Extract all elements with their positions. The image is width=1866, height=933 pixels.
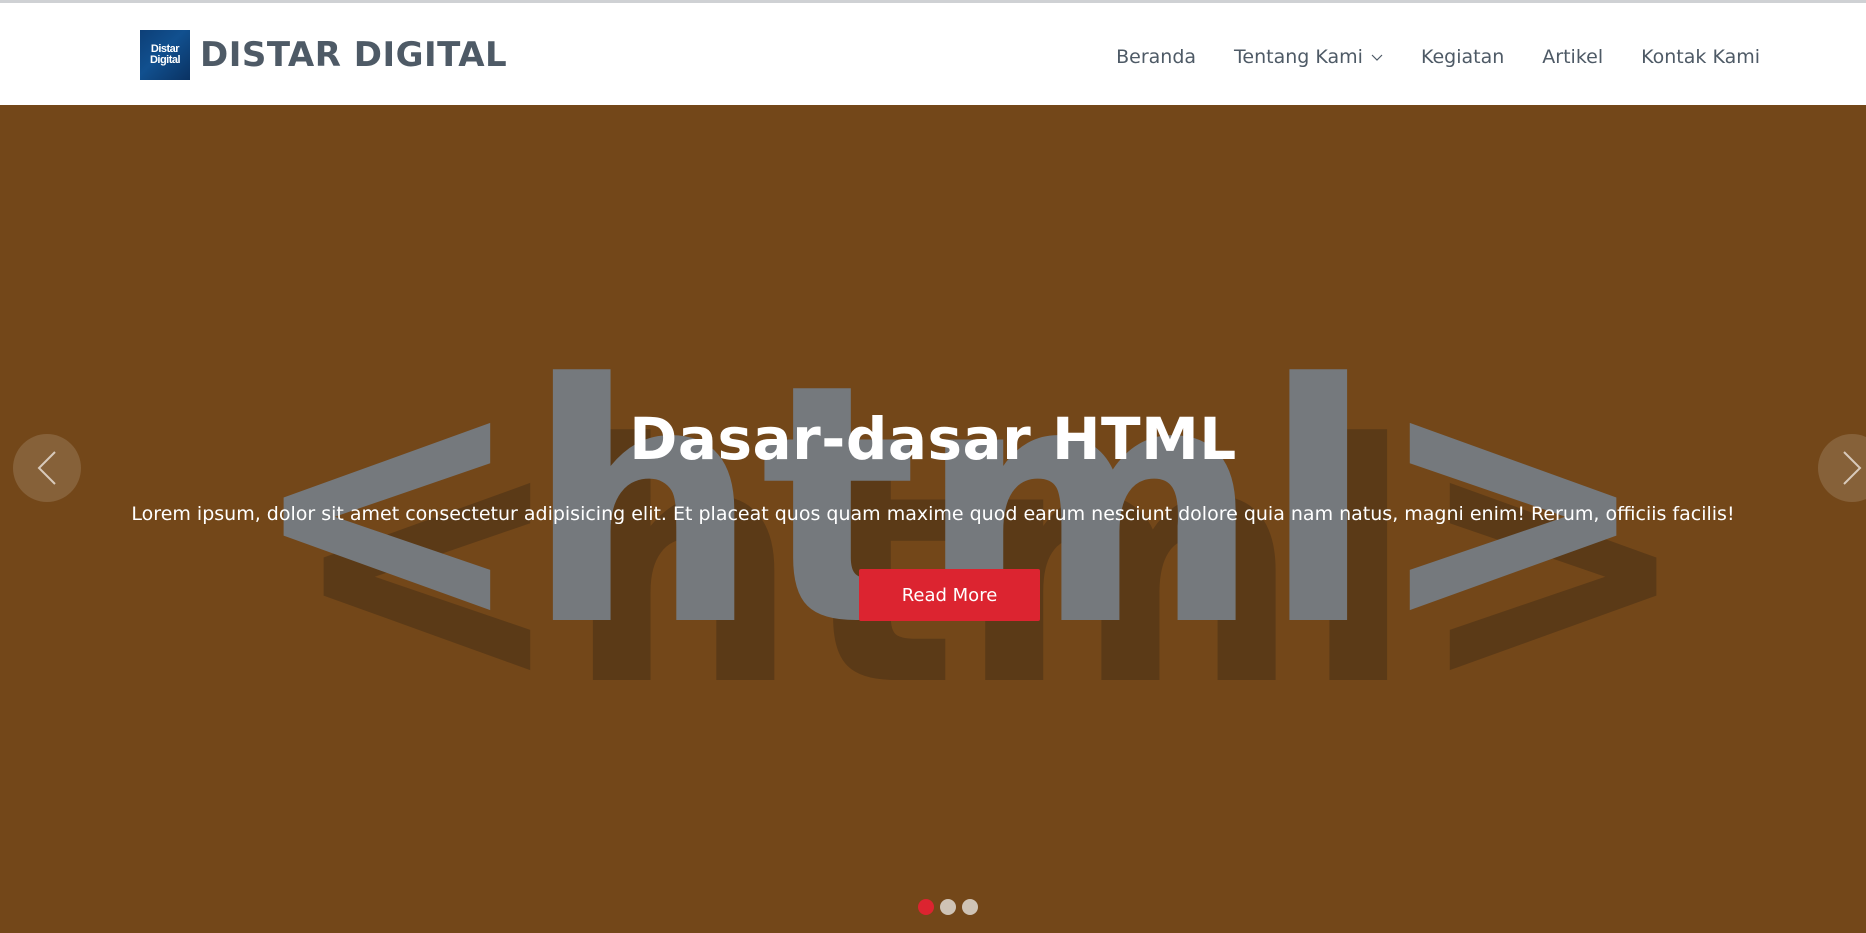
brand-logo: Distar Digital <box>140 30 190 80</box>
chevron-down-icon <box>1371 54 1383 61</box>
carousel-prev-button[interactable] <box>13 434 81 502</box>
nav-item-kontak-kami[interactable]: Kontak Kami <box>1641 46 1760 68</box>
nav-item-label: Artikel <box>1542 46 1604 68</box>
nav-item-tentang-kami[interactable]: Tentang Kami <box>1234 46 1383 68</box>
brand-link[interactable]: Distar Digital DISTAR DIGITAL <box>140 30 507 80</box>
hero-title: Dasar-dasar HTML <box>629 405 1237 473</box>
hero-description: Lorem ipsum, dolor sit amet consectetur … <box>131 503 1735 525</box>
nav-item-label: Tentang Kami <box>1234 46 1363 68</box>
nav-item-label: Beranda <box>1116 46 1197 68</box>
main-nav: Beranda Tentang Kami Kegiatan Artikel Ko… <box>1116 41 1760 73</box>
chevron-right-icon <box>1843 451 1862 485</box>
nav-item-beranda[interactable]: Beranda <box>1116 46 1196 68</box>
carousel-dot-3[interactable] <box>962 899 978 915</box>
nav-item-kegiatan[interactable]: Kegiatan <box>1421 46 1504 68</box>
logo-line2: Digital <box>149 54 181 66</box>
nav-item-label: Kegiatan <box>1420 46 1505 68</box>
nav-item-artikel[interactable]: Artikel <box>1542 46 1603 68</box>
carousel-indicators <box>918 899 984 915</box>
brand-name: DISTAR DIGITAL <box>200 35 508 75</box>
carousel-dot-1[interactable] <box>918 899 934 915</box>
hero-carousel: <html> <html> Dasar-dasar HTML Lorem ips… <box>0 105 1866 933</box>
carousel-dot-2[interactable] <box>940 899 956 915</box>
site-header: Distar Digital DISTAR DIGITAL Beranda Te… <box>0 3 1866 105</box>
read-more-button[interactable]: Read More <box>859 569 1040 621</box>
chevron-left-icon <box>37 451 56 485</box>
nav-item-label: Kontak Kami <box>1641 46 1760 68</box>
